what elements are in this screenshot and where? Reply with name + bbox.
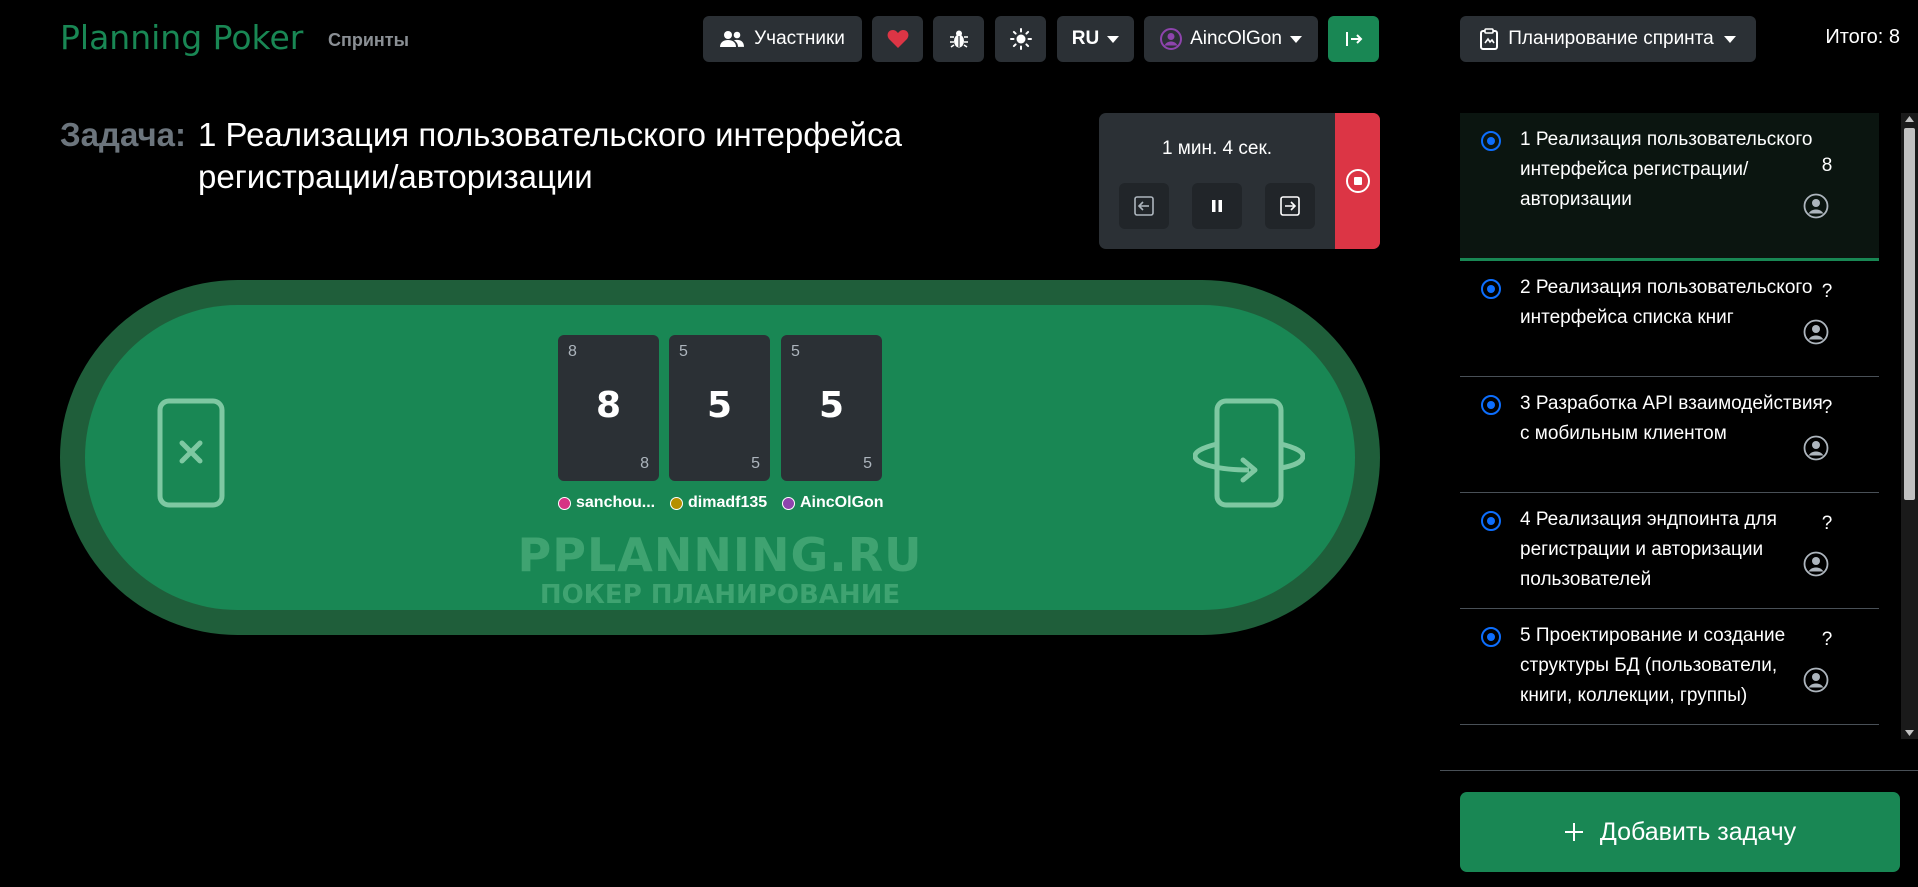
task-radio[interactable] bbox=[1481, 511, 1501, 531]
task-radio[interactable] bbox=[1481, 279, 1501, 299]
heart-icon bbox=[887, 30, 908, 48]
task-item-title: 2 Реализация пользовательского интерфейс… bbox=[1520, 277, 1813, 328]
card-corner-value: 5 bbox=[863, 455, 872, 472]
pause-timer-button[interactable] bbox=[1192, 183, 1242, 229]
user-circle-icon bbox=[1803, 193, 1829, 219]
sun-icon bbox=[1009, 28, 1032, 50]
task-radio[interactable] bbox=[1481, 131, 1501, 151]
stop-circle-icon bbox=[1345, 169, 1370, 193]
task-estimate: ? bbox=[1821, 397, 1833, 418]
arrow-left-box-icon bbox=[1134, 196, 1154, 216]
player-status-dot bbox=[558, 496, 571, 510]
task-estimate: ? bbox=[1821, 281, 1833, 302]
plus-icon bbox=[1564, 823, 1583, 841]
brand-title[interactable]: Planning Poker bbox=[60, 18, 303, 57]
user-circle-icon bbox=[1803, 667, 1829, 693]
bug-icon bbox=[949, 30, 968, 48]
favorite-button[interactable] bbox=[872, 16, 923, 62]
avatar-icon bbox=[1160, 28, 1183, 50]
card-corner-value: 5 bbox=[791, 343, 800, 360]
user-dropdown[interactable]: AincOlGon bbox=[1144, 16, 1318, 62]
task-item-title: 1 Реализация пользовательского интерфейс… bbox=[1520, 129, 1813, 210]
card-value: 5 bbox=[706, 385, 733, 426]
participants-button[interactable]: Участники bbox=[703, 16, 862, 62]
chevron-down-icon bbox=[1107, 35, 1120, 43]
timer-panel: 1 мин. 4 сек. bbox=[1099, 113, 1380, 249]
player-name: dimadf135 bbox=[670, 494, 767, 512]
chevron-down-icon bbox=[1723, 35, 1736, 43]
player-name: sanchou... bbox=[558, 494, 655, 512]
vote-card: 8 8 8 bbox=[558, 335, 659, 481]
card-corner-value: 5 bbox=[751, 455, 760, 472]
card-flip-icon bbox=[1192, 398, 1306, 508]
card-corner-value: 8 bbox=[640, 455, 649, 472]
card-x-icon bbox=[157, 398, 225, 508]
sprint-planning-dropdown[interactable]: Планирование спринта bbox=[1460, 16, 1756, 62]
add-task-button[interactable]: Добавить задачу bbox=[1460, 792, 1900, 872]
user-circle-icon bbox=[1803, 319, 1829, 345]
card-value: 5 bbox=[818, 385, 845, 426]
task-item[interactable]: 1 Реализация пользовательского интерфейс… bbox=[1460, 113, 1879, 261]
people-icon bbox=[720, 31, 745, 47]
sprint-planning-label: Планирование спринта bbox=[1508, 28, 1714, 49]
next-task-button[interactable] bbox=[1265, 183, 1315, 229]
participants-label: Участники bbox=[754, 28, 845, 49]
card-corner-value: 8 bbox=[568, 343, 577, 360]
add-task-label: Добавить задачу bbox=[1599, 817, 1797, 846]
scroll-up-icon bbox=[1905, 116, 1914, 122]
bug-report-button[interactable] bbox=[933, 16, 984, 62]
chevron-down-icon bbox=[1289, 35, 1302, 43]
task-estimate: ? bbox=[1821, 629, 1833, 650]
user-circle-icon bbox=[1803, 435, 1829, 461]
timer-text: 1 мин. 4 сек. bbox=[1161, 138, 1273, 159]
vote-card: 5 5 5 bbox=[669, 335, 770, 481]
player-label: dimadf135 bbox=[688, 494, 768, 511]
task-item-title: 4 Реализация эндпоинта для регистрации и… bbox=[1520, 509, 1777, 590]
task-list: 1 Реализация пользовательского интерфейс… bbox=[1460, 113, 1879, 731]
theme-toggle-button[interactable] bbox=[995, 16, 1046, 62]
task-radio[interactable] bbox=[1481, 627, 1501, 647]
user-label: AincOlGon bbox=[1190, 28, 1282, 49]
flip-cards-button[interactable] bbox=[1192, 398, 1306, 513]
player-status-dot bbox=[670, 496, 683, 510]
task-estimate: 8 bbox=[1821, 155, 1833, 176]
divider bbox=[1440, 770, 1918, 771]
player-name: AincOlGon bbox=[782, 494, 884, 512]
vote-card: 5 5 5 bbox=[781, 335, 882, 481]
previous-task-button[interactable] bbox=[1119, 183, 1169, 229]
task-item[interactable]: 4 Реализация эндпоинта для регистрации и… bbox=[1460, 493, 1879, 609]
player-label: sanchou... bbox=[576, 494, 656, 511]
language-label: RU bbox=[1071, 28, 1100, 49]
clipboard-icon bbox=[1480, 28, 1499, 50]
task-title: 1 Реализация пользовательского интерфейс… bbox=[198, 116, 903, 195]
user-circle-icon bbox=[1803, 551, 1829, 577]
scrollbar-thumb[interactable] bbox=[1904, 128, 1915, 500]
task-item[interactable]: 5 Проектирование и создание структуры БД… bbox=[1460, 609, 1879, 725]
task-radio[interactable] bbox=[1481, 395, 1501, 415]
watermark-subtitle: ПОКЕР ПЛАНИРОВАНИЕ bbox=[539, 580, 901, 610]
task-item[interactable]: 2 Реализация пользовательского интерфейс… bbox=[1460, 261, 1879, 377]
pause-icon bbox=[1212, 200, 1222, 212]
arrow-right-box-icon bbox=[1280, 196, 1300, 216]
card-corner-value: 5 bbox=[679, 343, 688, 360]
scroll-down-icon bbox=[1905, 730, 1914, 736]
task-item-title: 5 Проектирование и создание структуры БД… bbox=[1520, 625, 1786, 706]
player-status-dot bbox=[782, 496, 795, 510]
task-label: Задача: bbox=[60, 116, 187, 153]
exit-room-button[interactable] bbox=[1328, 16, 1379, 62]
task-item-title: 3 Разработка API взаимодействия с мобиль… bbox=[1520, 393, 1823, 444]
task-item[interactable]: 3 Разработка API взаимодействия с мобиль… bbox=[1460, 377, 1879, 493]
language-dropdown[interactable]: RU bbox=[1057, 16, 1134, 62]
nav-sprints-link[interactable]: Спринты bbox=[328, 30, 409, 51]
exit-icon bbox=[1345, 32, 1362, 46]
player-label: AincOlGon bbox=[800, 494, 884, 511]
task-estimate: ? bbox=[1821, 513, 1833, 534]
stop-timer-button[interactable] bbox=[1335, 113, 1380, 249]
watermark-site: PPLANNING.RU bbox=[517, 528, 923, 582]
clear-votes-button[interactable] bbox=[157, 398, 225, 513]
card-value: 8 bbox=[595, 385, 622, 426]
total-estimate: Итого: 8 bbox=[1825, 26, 1900, 48]
